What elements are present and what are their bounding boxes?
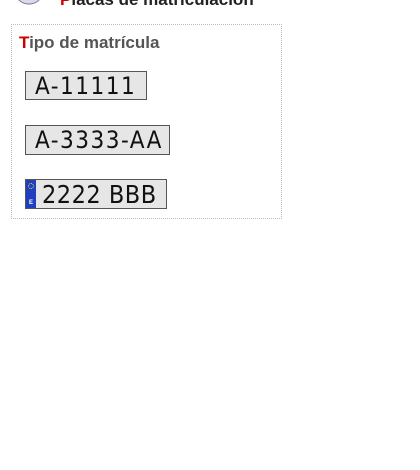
plate-option-2222-bbb[interactable]: E 2222 BBB [25,179,167,209]
emblem-icon [18,0,40,5]
country-code: E [28,200,33,206]
eu-stars-icon [28,183,34,189]
header: Placas de matriculación [14,0,254,10]
plate-option-a-11111[interactable]: A-11111 [25,71,147,100]
eu-band-icon: E [26,180,36,208]
plate-label: A-11111 [35,71,137,100]
plate-option-a-3333-aa[interactable]: A-3333-AA [25,125,170,155]
page-title: Placas de matriculación [60,0,254,10]
plate-type-panel: Tipo de matrícula A-11111 A-3333-AA E 22… [11,24,282,219]
plate-label: 2222 BBB [42,179,157,209]
plate-label: A-3333-AA [35,126,163,154]
panel-title: Tipo de matrícula [19,33,160,52]
